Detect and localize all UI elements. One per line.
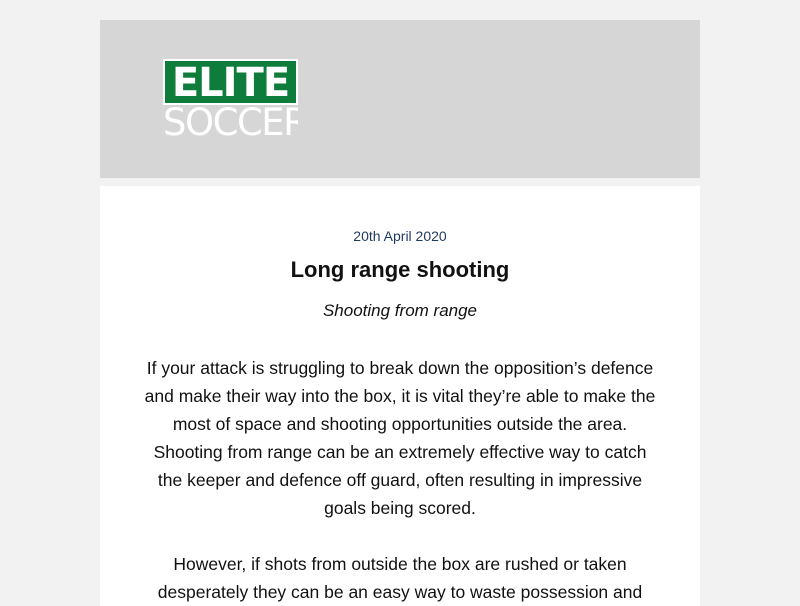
article-paragraph: If your attack is struggling to break do… (144, 358, 656, 518)
header-gap (100, 178, 700, 186)
logo-top-text: ELITE (163, 59, 298, 105)
logo-bottom-text: SOCCER (163, 105, 298, 141)
elite-soccer-logo[interactable]: ELITE SOCCER (163, 59, 298, 141)
email-header: ELITE SOCCER (100, 20, 700, 178)
article-paragraph: However, if shots from outside the box a… (157, 554, 643, 602)
article-title: Long range shooting (290, 257, 510, 282)
article-date: 20th April 2020 (353, 228, 447, 244)
article-subtitle: Shooting from range (322, 301, 478, 320)
email-container: ELITE SOCCER 20th April 2020 Long range … (100, 20, 700, 606)
article-content: 20th April 2020 Long range shooting Shoo… (100, 186, 700, 606)
